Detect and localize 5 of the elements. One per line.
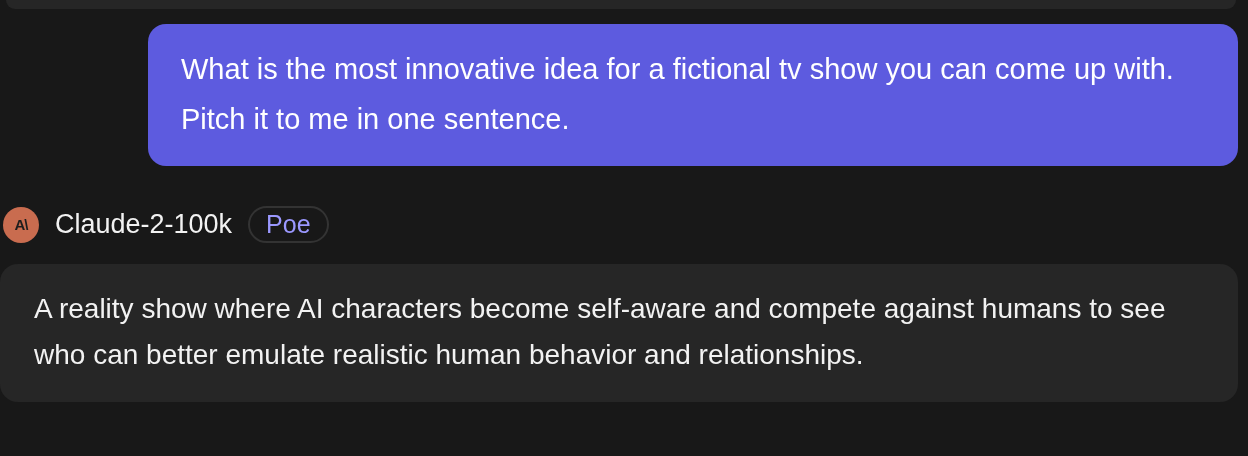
- user-message: What is the most innovative idea for a fictional tv show you can come up with. Pitch it to me in one sentence.: [148, 24, 1238, 166]
- bot-message: A reality show where AI characters become self-aware and compete against humans to see who can better emulate realistic human behavior and relationships.: [0, 264, 1238, 402]
- bot-avatar: A\: [3, 206, 39, 243]
- platform-badge: Poe: [248, 206, 329, 243]
- bot-name: Claude-2-100k: [55, 209, 233, 240]
